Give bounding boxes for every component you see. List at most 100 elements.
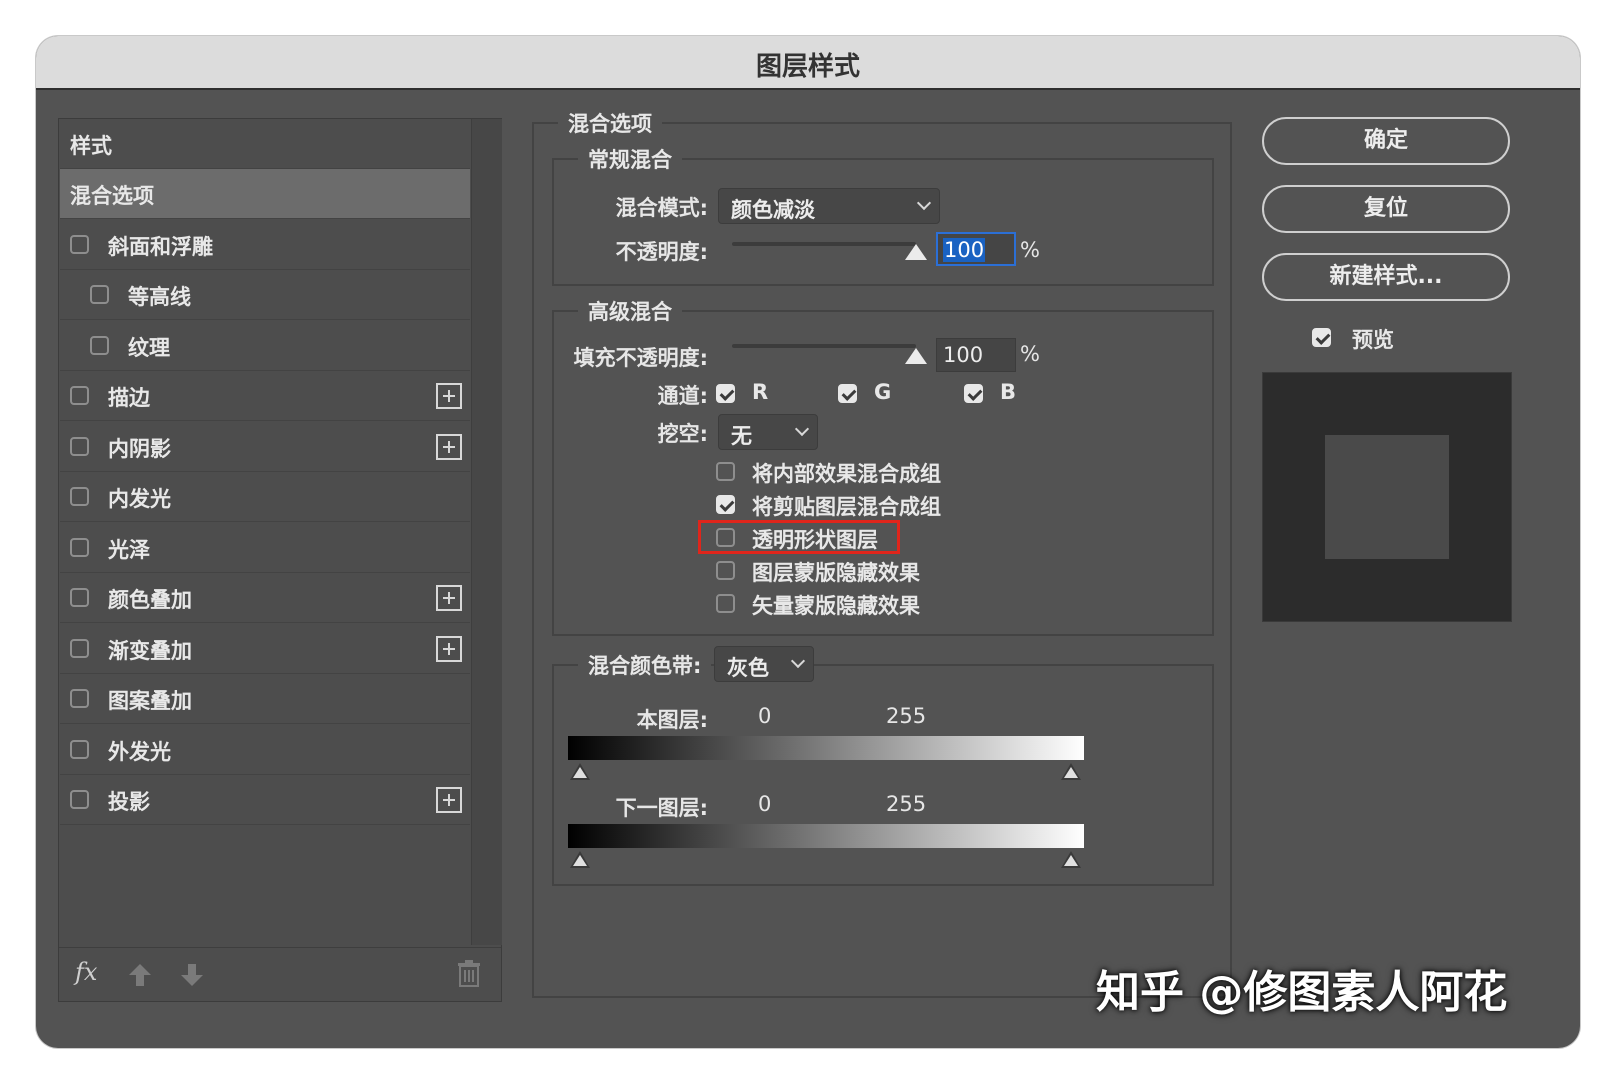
fill-opacity-slider-thumb[interactable] <box>905 348 927 364</box>
style-item-checkbox[interactable] <box>90 335 109 355</box>
advanced-option-label: 将剪贴图层混合成组 <box>752 495 941 519</box>
blend-if-group <box>552 664 1214 886</box>
this-layer-max: 255 <box>886 704 927 728</box>
new-style-button[interactable]: 新建样式... <box>1262 253 1510 301</box>
styles-header: 样式 <box>60 119 470 169</box>
preview-checkbox[interactable] <box>1312 328 1331 347</box>
blend-if-label: 混合颜色带: <box>578 650 712 680</box>
style-item-checkbox[interactable] <box>70 689 89 708</box>
underlying-layer-white-slider[interactable] <box>1061 851 1081 868</box>
add-effect-icon[interactable] <box>436 383 462 409</box>
opacity-slider-track[interactable] <box>732 242 916 246</box>
opacity-percent: % <box>1020 238 1040 262</box>
styles-scrollbar[interactable] <box>471 119 502 945</box>
style-item-label: 外发光 <box>108 739 171 764</box>
style-item-label: 渐变叠加 <box>108 638 192 663</box>
advanced-option-checkbox[interactable] <box>716 594 735 613</box>
underlying-layer-label: 下一图层: <box>615 796 708 820</box>
blend-mode-value: 颜色减淡 <box>731 198 815 222</box>
advanced-blending-title: 高级混合 <box>578 296 682 326</box>
advanced-option-checkbox[interactable] <box>716 561 735 580</box>
style-item[interactable]: 投影 <box>60 775 470 825</box>
style-item-label: 内阴影 <box>108 436 171 461</box>
style-item[interactable]: 等高线 <box>60 270 470 320</box>
underlying-layer-min: 0 <box>758 792 772 816</box>
channel-checkbox[interactable] <box>964 384 983 403</box>
style-item[interactable]: 颜色叠加 <box>60 573 470 623</box>
ok-button[interactable]: 确定 <box>1262 117 1510 165</box>
style-item[interactable]: 外发光 <box>60 725 470 775</box>
style-item[interactable]: 光泽 <box>60 523 470 573</box>
knockout-value: 无 <box>731 424 752 448</box>
fill-opacity-slider-track[interactable] <box>732 344 916 348</box>
opacity-label: 不透明度: <box>615 240 708 264</box>
knockout-select[interactable]: 无 <box>718 414 818 450</box>
blend-mode-label: 混合模式: <box>615 196 708 220</box>
style-item-checkbox[interactable] <box>70 790 89 809</box>
style-item-checkbox[interactable] <box>70 386 89 405</box>
move-down-icon[interactable] <box>179 962 205 988</box>
chevron-down-icon <box>916 195 932 211</box>
style-item[interactable]: 纹理 <box>60 321 470 371</box>
style-item-checkbox[interactable] <box>70 739 89 759</box>
style-item-label: 颜色叠加 <box>108 588 192 612</box>
preview-thumbnail <box>1262 372 1512 622</box>
style-item-checkbox[interactable] <box>70 588 89 607</box>
styles-footer: fx <box>59 947 501 1002</box>
underlying-layer-black-slider[interactable] <box>570 851 590 868</box>
fill-opacity-value: 100 <box>943 343 984 367</box>
blend-if-value: 灰色 <box>727 656 769 680</box>
underlying-layer-gradient <box>568 824 1084 848</box>
blend-if-select[interactable]: 灰色 <box>714 646 814 682</box>
knockout-label: 挖空: <box>657 422 708 446</box>
opacity-input[interactable]: 100 <box>936 232 1016 266</box>
style-item[interactable]: 内发光 <box>60 472 470 522</box>
advanced-option-label: 图层蒙版隐藏效果 <box>752 561 920 585</box>
style-item[interactable]: 混合选项 <box>60 169 470 219</box>
this-layer-gradient <box>568 736 1084 760</box>
style-item-label: 投影 <box>108 790 150 814</box>
chevron-down-icon <box>790 653 806 669</box>
add-effect-icon[interactable] <box>436 433 462 460</box>
add-effect-icon[interactable] <box>436 787 462 813</box>
channel-checkbox[interactable] <box>838 384 857 403</box>
fill-opacity-percent: % <box>1020 342 1040 366</box>
channel-label: R <box>752 380 769 404</box>
move-up-icon[interactable] <box>127 962 153 988</box>
add-effect-icon[interactable] <box>436 635 462 662</box>
window-title: 图层样式 <box>755 52 860 82</box>
fx-button[interactable]: fx <box>75 958 97 986</box>
trash-icon[interactable] <box>457 960 481 988</box>
style-item-checkbox[interactable] <box>90 285 109 304</box>
fill-opacity-input[interactable]: 100 <box>936 338 1016 372</box>
style-item-checkbox[interactable] <box>70 638 89 658</box>
style-item-label: 光泽 <box>108 537 150 562</box>
channels-label: 通道: <box>657 384 708 408</box>
style-item-label: 斜面和浮雕 <box>108 234 213 259</box>
style-item[interactable]: 描边 <box>60 371 470 421</box>
advanced-option-checkbox[interactable] <box>716 495 735 514</box>
style-item[interactable]: 内阴影 <box>60 422 470 472</box>
channel-label: G <box>874 380 892 404</box>
this-layer-min: 0 <box>758 704 772 728</box>
this-layer-black-slider[interactable] <box>570 763 590 780</box>
opacity-value: 100 <box>943 238 986 262</box>
style-item-checkbox[interactable] <box>70 537 89 557</box>
general-blending-title: 常规混合 <box>578 144 682 174</box>
style-item[interactable]: 图案叠加 <box>60 674 470 724</box>
add-effect-icon[interactable] <box>436 585 462 611</box>
style-item-checkbox[interactable] <box>70 234 89 254</box>
this-layer-white-slider[interactable] <box>1061 763 1081 780</box>
blend-mode-select[interactable]: 颜色减淡 <box>718 188 940 224</box>
style-item-checkbox[interactable] <box>70 436 89 456</box>
advanced-option-checkbox[interactable] <box>716 462 735 481</box>
style-item[interactable]: 渐变叠加 <box>60 624 470 674</box>
style-item-label: 混合选项 <box>70 184 154 208</box>
channel-checkbox[interactable] <box>716 384 735 403</box>
style-item-label: 纹理 <box>128 335 170 360</box>
reset-button[interactable]: 复位 <box>1262 185 1510 233</box>
style-item-checkbox[interactable] <box>70 487 89 506</box>
style-item-label: 内发光 <box>108 487 171 511</box>
style-item[interactable]: 斜面和浮雕 <box>60 220 470 270</box>
opacity-slider-thumb[interactable] <box>905 244 927 260</box>
